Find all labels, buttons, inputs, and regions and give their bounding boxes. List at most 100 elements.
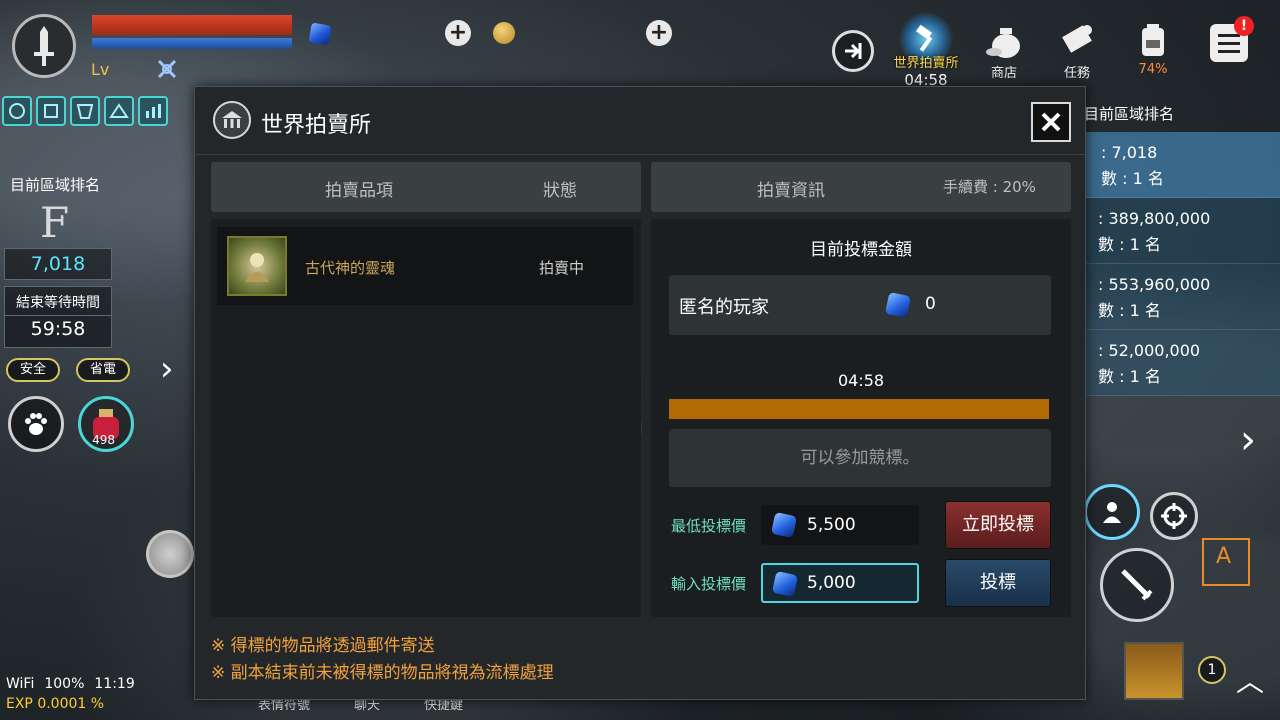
add-gem-button[interactable]: + xyxy=(445,20,471,46)
backpack-icon xyxy=(1142,24,1164,56)
min-price-box: 5,500 xyxy=(761,505,919,545)
exit-dungeon-button[interactable] xyxy=(832,30,874,72)
attack-button[interactable] xyxy=(1100,548,1174,622)
ranking-value: : 553,960,000 xyxy=(1098,275,1211,294)
auction-item-list: 古代神的靈魂 拍賣中 xyxy=(211,219,641,617)
auction-info-panel: 目前投標金額 匿名的玩家 0 04:58 可以參加競標。 最低投標價 5,500… xyxy=(651,219,1071,617)
gem-icon xyxy=(771,570,799,598)
area-rank-label: 目前區域排名 xyxy=(10,176,101,194)
bid-status-message: 可以參加競標。 xyxy=(669,429,1051,487)
auction-timer: 04:58 xyxy=(837,371,885,390)
wait-time-value: 59:58 xyxy=(30,318,86,340)
bid-amount-input[interactable]: 5,000 xyxy=(761,563,919,603)
ranking-count: 數 : 1 名 xyxy=(1098,301,1161,320)
potion-count: 498 xyxy=(92,433,115,447)
buff-shield-icon[interactable] xyxy=(2,96,32,126)
target-button[interactable] xyxy=(1150,492,1198,540)
input-price-label: 輸入投標價 xyxy=(671,575,747,593)
menu-icon-line xyxy=(1218,41,1240,45)
ranking-value: : 389,800,000 xyxy=(1098,209,1211,228)
battery-status: 100% xyxy=(44,676,85,692)
scroll-icon xyxy=(1062,25,1092,53)
ranking-count: 數 : 1 名 xyxy=(1098,235,1161,254)
add-gold-button[interactable]: + xyxy=(646,20,672,46)
note-unsold-items: ※ 副本結束前未被得標的物品將視為流標處理 xyxy=(211,663,554,683)
expand-arrow-icon[interactable]: › xyxy=(160,352,174,386)
quest-button[interactable]: 任務 xyxy=(1042,20,1112,81)
item-list-header: 拍賣品項 狀態 xyxy=(211,162,641,212)
ranking-count: 數 : 1 名 xyxy=(1101,169,1164,188)
close-button[interactable] xyxy=(1031,102,1071,142)
inventory-button[interactable]: 74% xyxy=(1118,20,1188,77)
buff-bar xyxy=(2,96,168,126)
exit-icon xyxy=(845,43,862,59)
ranking-count: 數 : 1 名 xyxy=(1098,367,1161,386)
auto-battle-toggle[interactable]: A xyxy=(1202,538,1250,586)
auction-shortcut-label: 世界拍賣所 xyxy=(893,56,959,71)
potion-quickslot[interactable]: 498 xyxy=(78,396,134,452)
buff-armor-icon[interactable] xyxy=(70,96,100,126)
ranking-row[interactable]: : 7,018 數 : 1 名 xyxy=(1080,132,1280,198)
col-item-label: 拍賣品項 xyxy=(325,181,393,201)
device-status: WiFi 100% 11:19 xyxy=(6,676,135,692)
item-name: 古代神的靈魂 xyxy=(305,259,396,277)
sword-icon xyxy=(34,26,54,66)
min-price-value: 5,500 xyxy=(807,515,856,535)
auction-dialog: EOS 世界拍賣所 拍賣品項 狀態 拍賣資訊 手續費 : 20% 古代神的靈魂 … xyxy=(194,86,1086,700)
wait-time-box: 結束等待時間 59:58 xyxy=(4,286,112,348)
ranking-row[interactable]: : 553,960,000 數 : 1 名 xyxy=(1080,264,1280,330)
dialog-header: 世界拍賣所 xyxy=(195,87,1085,155)
buff-aura-icon[interactable] xyxy=(36,96,66,126)
auction-item-row[interactable]: 古代神的靈魂 拍賣中 xyxy=(217,227,633,305)
close-icon xyxy=(1041,112,1061,132)
gold-coin-icon xyxy=(493,22,515,44)
crosshair-icon xyxy=(1161,503,1187,529)
fee-label: 手續費 : 20% xyxy=(943,178,1036,196)
menu-alert-badge: ! xyxy=(1234,16,1254,36)
gem-icon xyxy=(884,291,912,319)
safe-mode-toggle[interactable]: 安全 xyxy=(6,358,61,382)
auction-house-icon xyxy=(213,101,251,139)
bid-button[interactable]: 投標 xyxy=(945,559,1051,607)
pet-button[interactable] xyxy=(8,396,64,452)
ranking-header: 目前區域排名 xyxy=(1084,105,1175,123)
auction-house-shortcut[interactable]: 世界拍賣所 04:58 xyxy=(886,12,966,89)
info-header: 拍賣資訊 手續費 : 20% xyxy=(651,162,1071,212)
clock-status: 11:19 xyxy=(94,676,135,692)
buff-stats-icon[interactable] xyxy=(138,96,168,126)
chest-count-badge: 1 xyxy=(1198,656,1226,684)
ranking-panel: 目前區域排名 : 7,018 數 : 1 名 : 389,800,000 數 :… xyxy=(1080,96,1280,396)
money-bag-icon xyxy=(986,28,1020,58)
ancient-god-soul-icon xyxy=(227,236,287,296)
hp-bar xyxy=(92,15,292,35)
ranking-row[interactable]: : 52,000,000 數 : 1 名 xyxy=(1080,330,1280,396)
col-info-label: 拍賣資訊 xyxy=(757,181,825,201)
current-bidder-row: 匿名的玩家 0 xyxy=(669,275,1051,335)
crossed-swords-icon xyxy=(157,59,177,79)
power-save-toggle[interactable]: 省電 xyxy=(76,358,131,382)
area-rank-score: 7,018 xyxy=(4,248,112,280)
area-rank-grade: F xyxy=(40,198,70,247)
bidder-name: 匿名的玩家 xyxy=(679,297,769,318)
level-label: Lv xyxy=(91,60,110,79)
buff-area-icon[interactable] xyxy=(104,96,134,126)
item-status: 拍賣中 xyxy=(539,259,585,277)
shop-button[interactable]: 商店 xyxy=(969,20,1039,81)
wifi-status: WiFi xyxy=(6,676,35,692)
ranking-row[interactable]: : 389,800,000 數 : 1 名 xyxy=(1080,198,1280,264)
dialog-title: 世界拍賣所 xyxy=(261,113,372,138)
quest-label: 任務 xyxy=(1063,66,1090,81)
ranking-next-arrow-icon[interactable]: › xyxy=(1240,420,1256,460)
movement-joystick[interactable] xyxy=(146,530,194,578)
buy-now-button[interactable]: 立即投標 xyxy=(945,501,1051,549)
current-bid-title: 目前投標金額 xyxy=(810,240,912,260)
shop-label: 商店 xyxy=(990,66,1017,81)
character-portrait[interactable] xyxy=(12,14,76,78)
reward-chest-icon[interactable] xyxy=(1124,642,1184,700)
min-price-label: 最低投標價 xyxy=(671,517,747,535)
chevron-up-icon[interactable]: ︿ xyxy=(1236,660,1264,700)
attack-sword-icon xyxy=(1121,569,1153,601)
mp-bar xyxy=(92,38,292,49)
party-skill-button[interactable] xyxy=(1084,484,1140,540)
timer-progress-fill xyxy=(669,399,1049,419)
